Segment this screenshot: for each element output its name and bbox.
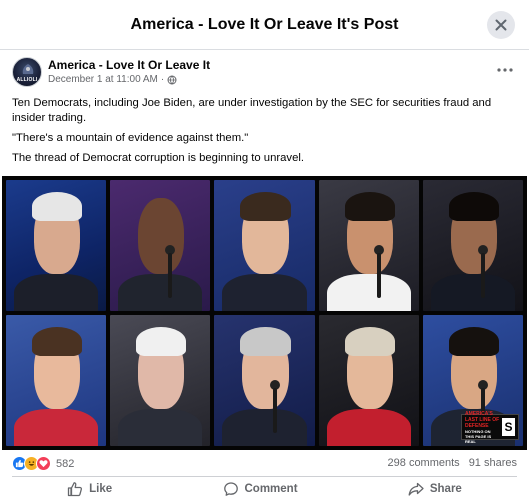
share-icon bbox=[408, 482, 424, 496]
post-image[interactable]: AMERICA'S LAST LINE OF DEFENSE NOTHING O… bbox=[2, 176, 527, 450]
comment-icon bbox=[223, 481, 238, 496]
love-icon bbox=[36, 456, 51, 471]
thumbs-up-icon bbox=[68, 481, 83, 496]
reactions-summary[interactable]: 582 bbox=[12, 456, 74, 471]
collage-photo bbox=[214, 315, 315, 446]
collage-photo bbox=[6, 180, 107, 311]
satire-badge: AMERICA'S LAST LINE OF DEFENSE NOTHING O… bbox=[460, 411, 519, 444]
comments-count-link[interactable]: 298 comments bbox=[388, 457, 460, 469]
like-button[interactable]: Like bbox=[47, 479, 132, 499]
collage-photo bbox=[6, 315, 107, 446]
ellipsis-icon bbox=[497, 68, 513, 72]
more-options-button[interactable] bbox=[495, 63, 515, 77]
post-actions-bar: Like Comment Share bbox=[12, 476, 517, 500]
post-stats: 582 298 comments 91 shares bbox=[12, 456, 517, 472]
avatar-label: ALLIOLI bbox=[16, 77, 38, 83]
close-button[interactable] bbox=[487, 11, 515, 39]
close-icon bbox=[495, 19, 507, 31]
dialog-title: America - Love It Or Leave It's Post bbox=[130, 15, 399, 33]
comment-label: Comment bbox=[244, 482, 298, 495]
page-name-link[interactable]: America - Love It Or Leave It bbox=[48, 58, 210, 72]
share-button[interactable]: Share bbox=[388, 479, 482, 499]
page-avatar[interactable]: ALLIOLI bbox=[12, 57, 42, 87]
collage-photo bbox=[422, 180, 523, 311]
collage-photo: AMERICA'S LAST LINE OF DEFENSE NOTHING O… bbox=[422, 315, 523, 446]
collage-photo bbox=[214, 180, 315, 311]
post-meta: December 1 at 11:00 AM · bbox=[48, 74, 177, 85]
meta-separator: · bbox=[160, 74, 165, 85]
post-timestamp[interactable]: December 1 at 11:00 AM bbox=[48, 74, 158, 85]
shares-count-link[interactable]: 91 shares bbox=[469, 457, 517, 469]
photo-collage: AMERICA'S LAST LINE OF DEFENSE NOTHING O… bbox=[6, 180, 523, 446]
collage-photo bbox=[318, 315, 419, 446]
like-label: Like bbox=[89, 482, 113, 495]
engagement-counts: 298 comments 91 shares bbox=[388, 457, 517, 469]
collage-photo bbox=[110, 180, 211, 311]
satire-badge-text: AMERICA'S LAST LINE OF DEFENSE NOTHING O… bbox=[464, 410, 500, 444]
dialog-header: America - Love It Or Leave It's Post bbox=[0, 0, 529, 50]
post-paragraph: The thread of Democrat corruption is beg… bbox=[12, 152, 304, 164]
post-paragraph: Ten Democrats, including Joe Biden, are … bbox=[12, 97, 492, 124]
post-text: Ten Democrats, including Joe Biden, are … bbox=[12, 96, 517, 171]
post-header: ALLIOLI America - Love It Or Leave It De… bbox=[12, 57, 517, 89]
globe-icon bbox=[167, 75, 177, 84]
collage-photo bbox=[318, 180, 419, 311]
reaction-count: 582 bbox=[56, 457, 75, 470]
share-label: Share bbox=[429, 482, 462, 495]
collage-photo bbox=[110, 315, 211, 446]
post-paragraph: "There's a mountain of evidence against … bbox=[12, 132, 249, 144]
satire-badge-letter: S bbox=[502, 418, 515, 436]
comment-button[interactable]: Comment bbox=[203, 479, 318, 499]
